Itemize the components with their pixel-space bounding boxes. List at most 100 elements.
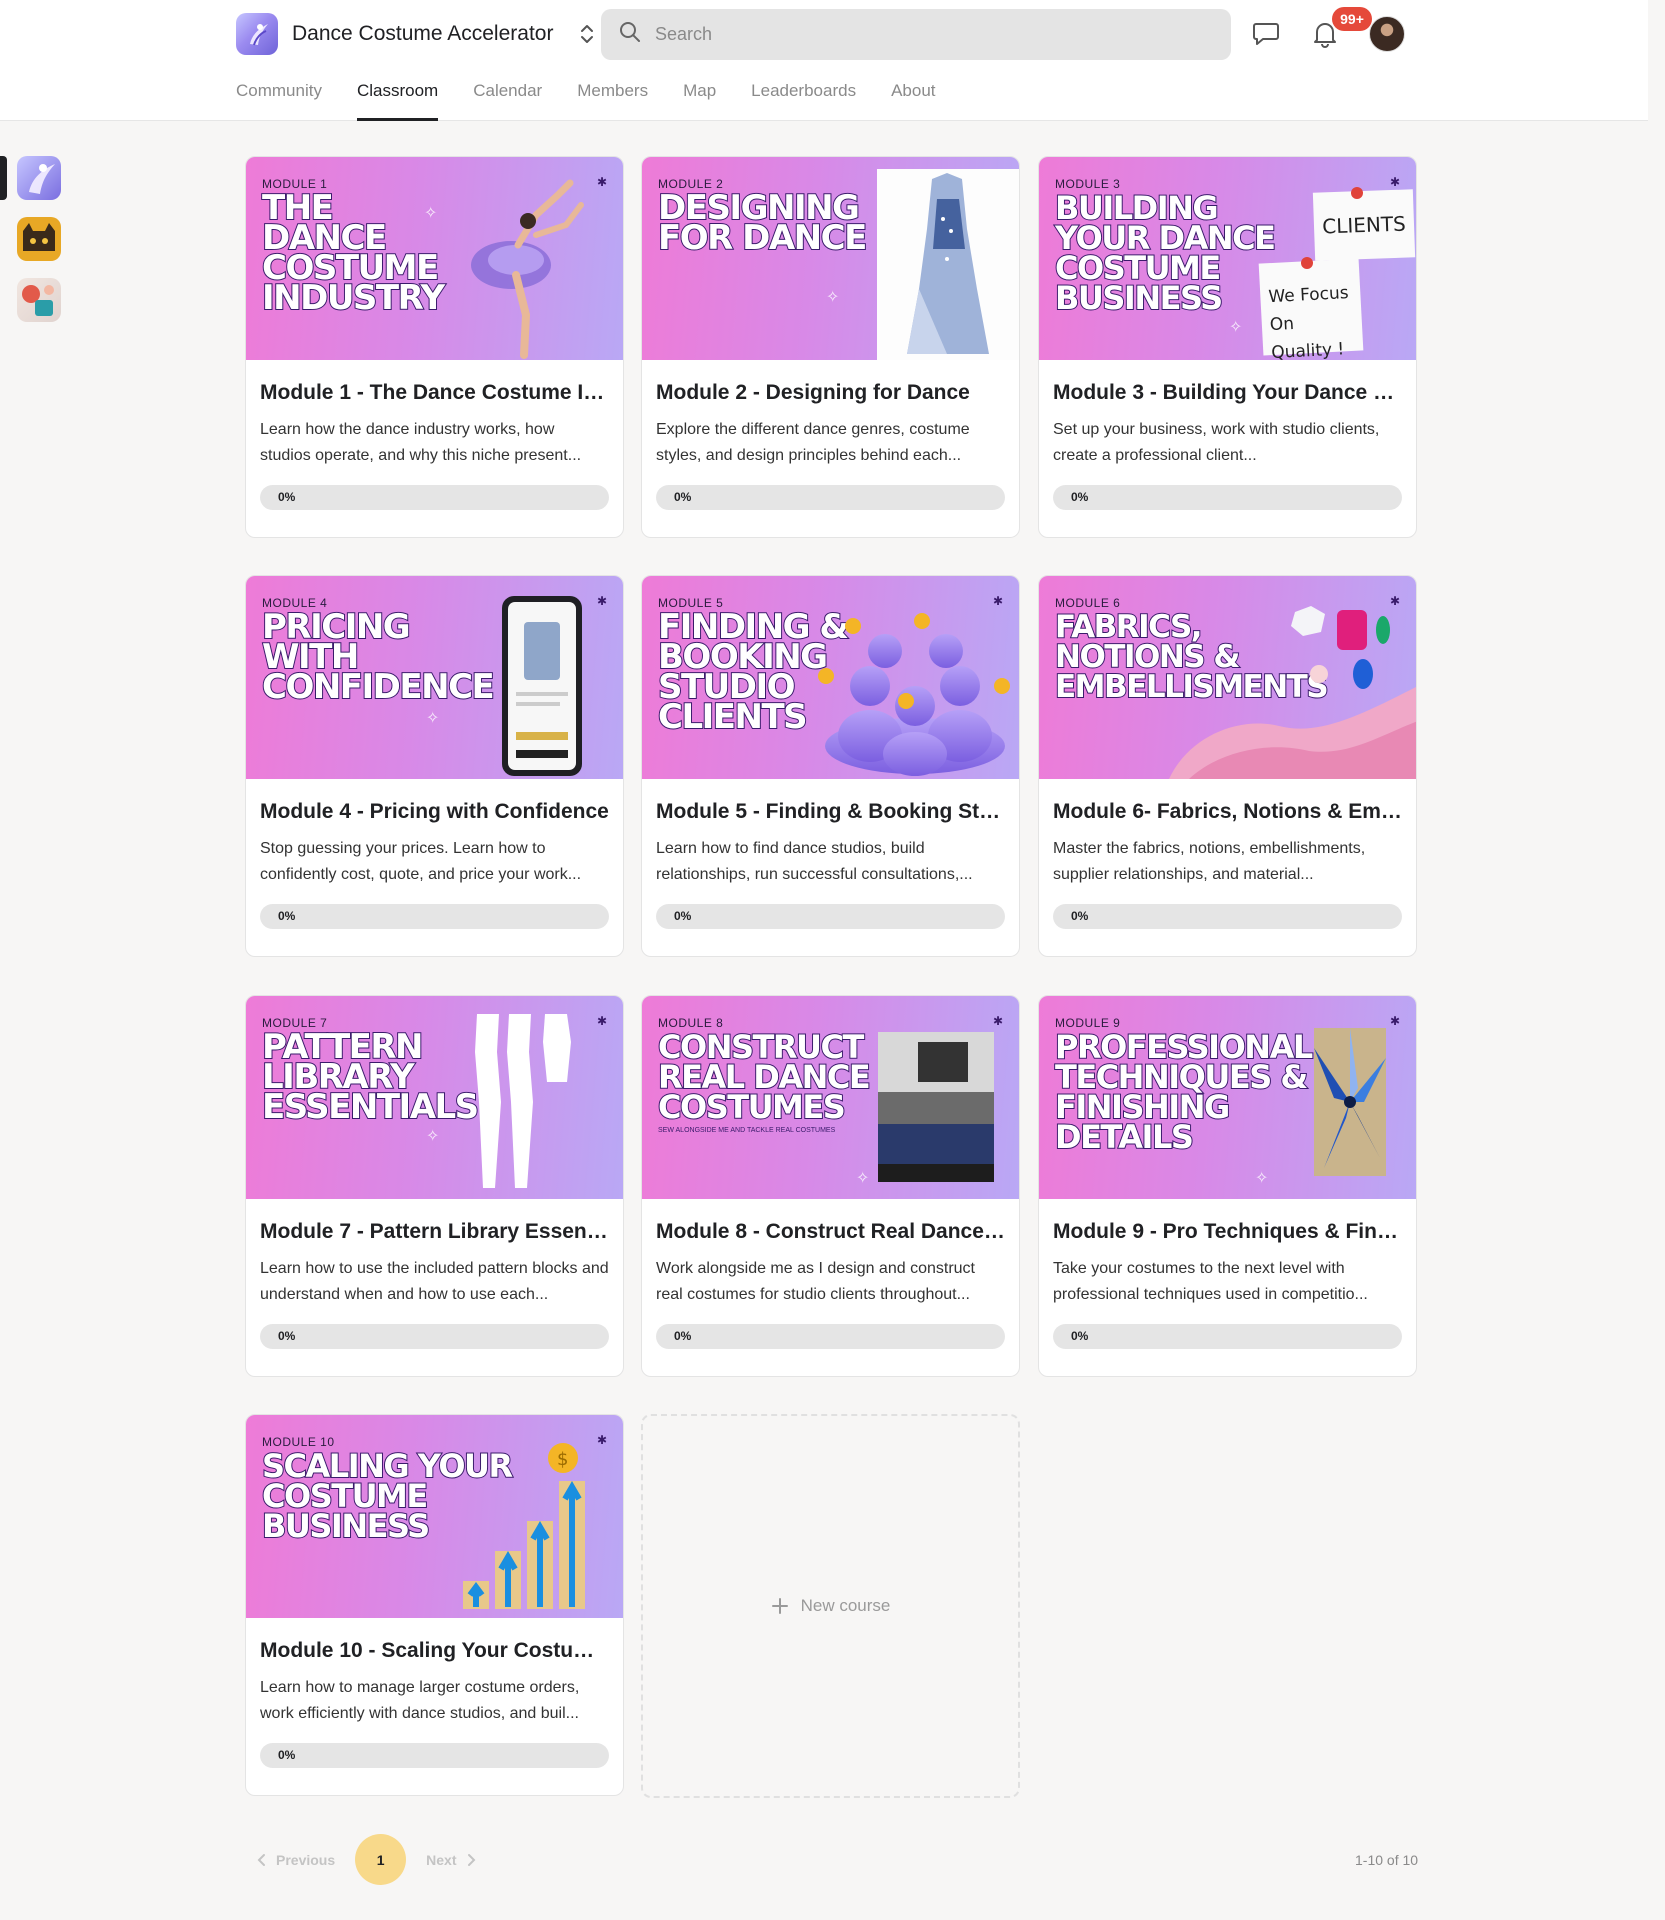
pushpin-icon xyxy=(1301,257,1313,269)
course-card-module-7[interactable]: MODULE 7 PATTERN LIBRARY ESSENTIALS ✧ ✱ … xyxy=(245,995,624,1377)
people-icon xyxy=(818,613,1010,776)
star-icon: ✱ xyxy=(596,1433,607,1447)
course-card-module-5[interactable]: MODULE 5 FINDING & BOOKING STUDIO CLIENT… xyxy=(641,575,1020,957)
search-icon xyxy=(619,21,641,48)
note-quality: We Focus On Quality ! xyxy=(1258,258,1364,360)
progress-percent: 0% xyxy=(278,490,296,504)
pushpin-icon xyxy=(1351,187,1363,199)
course-card-module-6[interactable]: MODULE 6 FABRICS, NOTIONS & EMBELLISMENT… xyxy=(1038,575,1417,957)
progress-bar: 0% xyxy=(656,485,1005,510)
sparkle-icon: ✧ xyxy=(424,205,438,222)
avatar[interactable] xyxy=(1369,16,1405,52)
course-thumbnail: MODULE 10 SCALING YOUR COSTUME BUSINESS … xyxy=(246,1415,623,1618)
star-icon: ✱ xyxy=(1389,1014,1400,1028)
course-card-module-10[interactable]: MODULE 10 SCALING YOUR COSTUME BUSINESS … xyxy=(245,1414,624,1796)
dancer-image xyxy=(471,179,584,359)
next-page-button[interactable]: Next xyxy=(426,1852,476,1868)
page-1-button[interactable]: 1 xyxy=(355,1834,407,1885)
course-thumbnail: MODULE 4 PRICING WITH CONFIDENCE ✧ ✱ xyxy=(246,576,623,779)
course-description: Work alongside me as I design and constr… xyxy=(656,1260,975,1303)
search-bar[interactable] xyxy=(601,9,1231,60)
tab-community[interactable]: Community xyxy=(236,80,322,121)
tab-about[interactable]: About xyxy=(891,80,935,121)
course-title[interactable]: Module 5 - Finding & Booking Stu... xyxy=(656,799,1005,825)
community-logo xyxy=(236,13,278,55)
plus-icon xyxy=(771,1597,789,1615)
tab-leaderboards[interactable]: Leaderboards xyxy=(751,80,856,121)
next-label: Next xyxy=(426,1851,457,1868)
sparkle-icon: ✧ xyxy=(856,1170,870,1187)
thumbnail-title: CONSTRUCT REAL DANCE COSTUMES xyxy=(657,1028,872,1126)
course-title[interactable]: Module 10 - Scaling Your Costum... xyxy=(260,1638,609,1664)
progress-bar: 0% xyxy=(656,904,1005,929)
new-course-button[interactable]: New course xyxy=(641,1414,1020,1798)
course-description: Stop guessing your prices. Learn how to … xyxy=(260,840,582,883)
course-thumbnail: MODULE 8 CONSTRUCT REAL DANCE COSTUMES S… xyxy=(642,996,1019,1199)
chevron-up-down-icon[interactable] xyxy=(577,19,597,49)
thumbnail-title: PATTERN LIBRARY ESSENTIALS xyxy=(261,1027,480,1127)
previous-page-button[interactable]: Previous xyxy=(256,1852,335,1868)
community-switcher[interactable]: Dance Costume Accelerator xyxy=(236,13,597,55)
course-title[interactable]: Module 7 - Pattern Library Essenti... xyxy=(260,1219,609,1245)
course-title[interactable]: Module 4 - Pricing with Confidence xyxy=(260,799,609,825)
progress-percent: 0% xyxy=(1071,1329,1089,1343)
progress-bar: 0% xyxy=(1053,485,1402,510)
results-count: 1-10 of 10 xyxy=(1355,1852,1419,1868)
thumbnail-title: PRICING WITH CONFIDENCE xyxy=(261,607,496,707)
tab-calendar[interactable]: Calendar xyxy=(473,80,542,121)
progress-percent: 0% xyxy=(278,909,296,923)
fabric-gems-image xyxy=(1169,606,1416,779)
course-title[interactable]: Module 6- Fabrics, Notions & Emb... xyxy=(1053,799,1402,825)
progress-bar: 0% xyxy=(260,485,609,510)
course-thumbnail: MODULE 5 FINDING & BOOKING STUDIO CLIENT… xyxy=(642,576,1019,779)
progress-percent: 0% xyxy=(278,1329,296,1343)
progress-bar: 0% xyxy=(1053,904,1402,929)
progress-bar: 0% xyxy=(1053,1324,1402,1349)
progress-bar: 0% xyxy=(260,1324,609,1349)
course-title[interactable]: Module 9 - Pro Techniques & Finis... xyxy=(1053,1219,1402,1245)
course-card-module-4[interactable]: MODULE 4 PRICING WITH CONFIDENCE ✧ ✱ Mod… xyxy=(245,575,624,957)
chevron-left-icon xyxy=(257,1853,265,1866)
course-description: Learn how the dance industry works, how … xyxy=(260,421,582,464)
course-description: Take your costumes to the next level wit… xyxy=(1053,1260,1368,1303)
rail-community-art[interactable] xyxy=(17,278,61,322)
star-icon: ✱ xyxy=(992,1014,1003,1028)
pattern-pieces-image xyxy=(475,1014,571,1188)
progress-bar: 0% xyxy=(656,1324,1005,1349)
thumbnail-title: DESIGNING FOR DANCE xyxy=(657,188,868,258)
course-thumbnail: MODULE 9 PROFESSIONAL TECHNIQUES & FINIS… xyxy=(1039,996,1416,1199)
note-clients: CLIENTS xyxy=(1312,189,1416,261)
chat-icon[interactable] xyxy=(1250,18,1282,50)
course-description: Explore the different dance genres, cost… xyxy=(656,421,970,464)
course-title[interactable]: Module 3 - Building Your Dance C... xyxy=(1053,380,1402,406)
search-input[interactable] xyxy=(655,24,1195,45)
rail-community-dance-costume-accelerator[interactable] xyxy=(17,156,61,200)
sparkle-icon: ✧ xyxy=(1255,1170,1269,1187)
course-title[interactable]: Module 1 - The Dance Costume In... xyxy=(260,380,609,406)
course-card-module-3[interactable]: MODULE 3 BUILDING YOUR DANCE COSTUME BUS… xyxy=(1038,156,1417,538)
course-card-module-9[interactable]: MODULE 9 PROFESSIONAL TECHNIQUES & FINIS… xyxy=(1038,995,1417,1377)
sparkle-icon: ✧ xyxy=(426,710,440,727)
sparkle-icon: ✧ xyxy=(826,289,840,306)
thumbnail-module-label: MODULE 6 xyxy=(1055,596,1121,610)
tab-members[interactable]: Members xyxy=(577,80,648,121)
star-icon: ✱ xyxy=(596,594,607,608)
notification-badge: 99+ xyxy=(1332,7,1372,31)
course-title[interactable]: Module 8 - Construct Real Dance ... xyxy=(656,1219,1005,1245)
progress-percent: 0% xyxy=(1071,909,1089,923)
thumbnail-subtitle: SEW ALONGSIDE ME AND TACKLE REAL COSTUME… xyxy=(658,1127,836,1134)
top-header: Dance Costume Accelerator 99+ Community … xyxy=(0,0,1648,121)
tab-classroom[interactable]: Classroom xyxy=(356,80,439,121)
tab-map[interactable]: Map xyxy=(683,80,716,121)
course-card-module-2[interactable]: MODULE 2 DESIGNING FOR DANCE ✧ ✱ Module … xyxy=(641,156,1020,538)
rail-community-cat[interactable] xyxy=(17,217,61,261)
workshop-photo xyxy=(878,1032,994,1182)
course-card-module-8[interactable]: MODULE 8 CONSTRUCT REAL DANCE COSTUMES S… xyxy=(641,995,1020,1377)
course-card-module-1[interactable]: MODULE 1 THE DANCE COSTUME INDUSTRY ✧ ✱ … xyxy=(245,156,624,538)
progress-bar: 0% xyxy=(260,904,609,929)
course-thumbnail: MODULE 7 PATTERN LIBRARY ESSENTIALS ✧ ✱ xyxy=(246,996,623,1199)
course-thumbnail: MODULE 3 BUILDING YOUR DANCE COSTUME BUS… xyxy=(1039,157,1416,360)
course-title[interactable]: Module 2 - Designing for Dance xyxy=(656,380,1005,406)
sparkle-icon: ✧ xyxy=(426,1128,440,1145)
community-name: Dance Costume Accelerator xyxy=(292,22,554,45)
